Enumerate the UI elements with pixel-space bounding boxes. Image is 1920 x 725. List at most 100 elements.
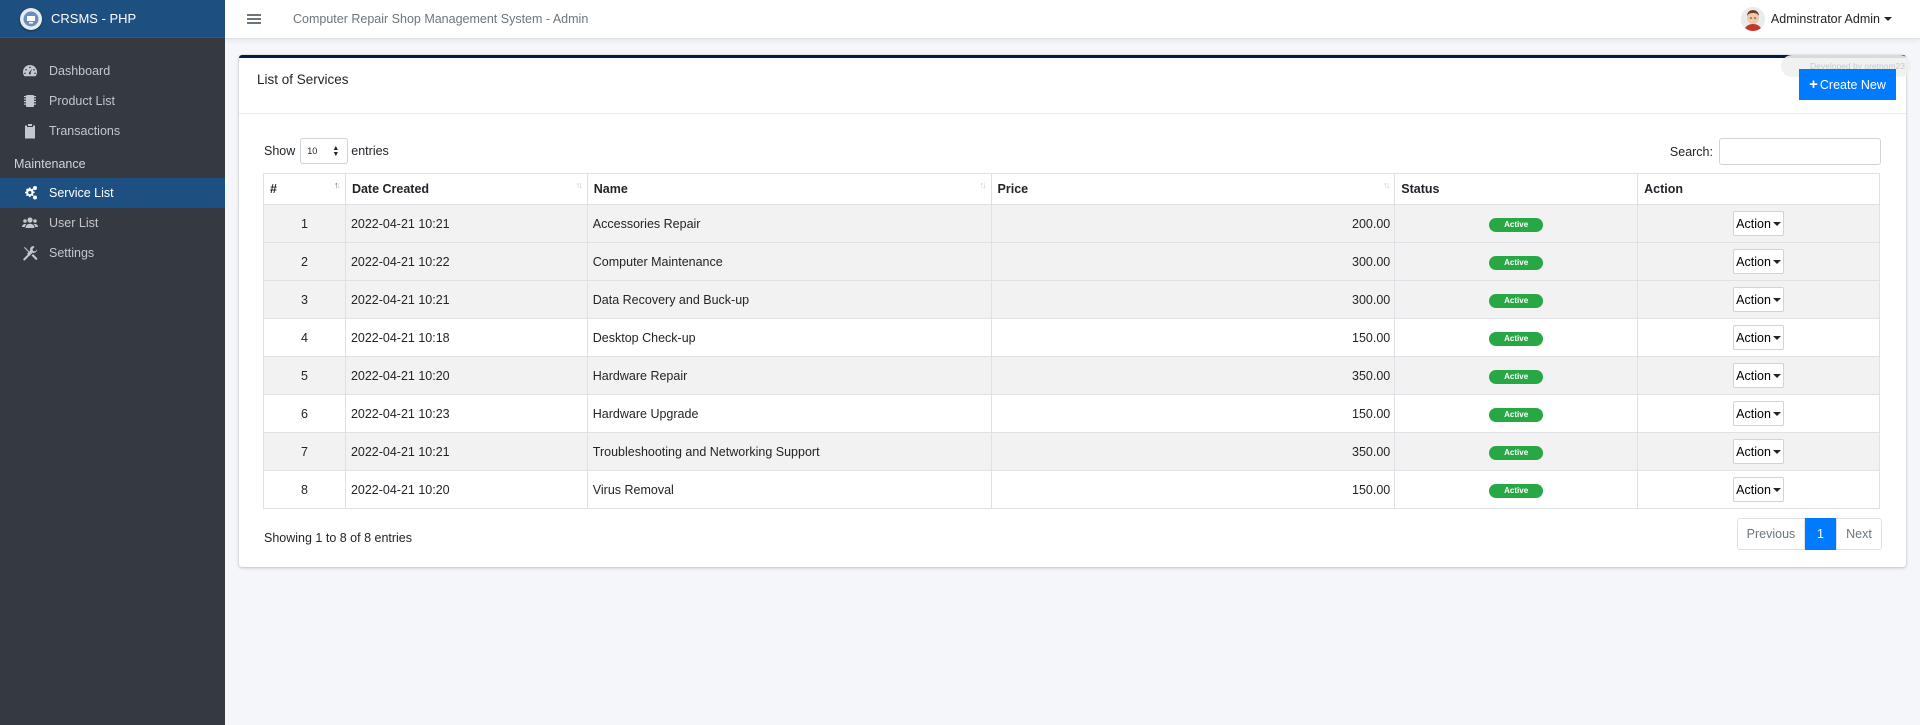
action-label: Action [1736, 292, 1771, 307]
next-page-button[interactable]: Next [1836, 518, 1882, 550]
row-index: 3 [263, 280, 346, 319]
chevron-down-icon [1772, 259, 1781, 264]
entries-length-control: Show 10 ▲ ▼ entries [264, 138, 389, 164]
action-label: Action [1736, 406, 1771, 421]
row-price: 350.00 [990, 356, 1396, 395]
top-navbar: Computer Repair Shop Management System -… [225, 0, 1920, 39]
card-header: List of Services Developed by oretnom23 … [239, 55, 1911, 114]
column-header-label: Status [1401, 182, 1440, 196]
row-index: 4 [263, 318, 346, 357]
action-dropdown-button[interactable]: Action [1733, 477, 1785, 502]
sidebar-item-label: Product List [49, 94, 116, 108]
create-new-button[interactable]: + Create New [1799, 69, 1896, 100]
table-row: 5 2022-04-21 10:20 Hardware Repair 350.0… [263, 356, 1880, 395]
row-price: 150.00 [990, 394, 1396, 433]
chevron-down-icon [1772, 221, 1781, 226]
row-date-created: 2022-04-21 10:20 [344, 470, 588, 509]
chevron-down-icon [1772, 373, 1781, 378]
row-date-created: 2022-04-21 10:22 [344, 242, 588, 281]
row-index: 8 [263, 470, 346, 509]
sidebar-item-label: Service List [49, 186, 114, 200]
chevron-down-icon [1772, 335, 1781, 340]
row-action: Action [1637, 356, 1880, 395]
sidebar: CRSMS - PHP Dashboard Product List Trans… [0, 0, 225, 725]
entries-label: entries [351, 144, 389, 158]
row-status: Active [1394, 470, 1639, 509]
menu-toggle-icon[interactable] [247, 12, 261, 26]
column-header-label: Date Created [351, 182, 430, 196]
search-input[interactable] [1719, 138, 1881, 165]
action-label: Action [1736, 368, 1771, 383]
row-name: Computer Maintenance [586, 242, 992, 281]
sidebar-item-product-list[interactable]: Product List [0, 86, 225, 116]
row-price: 150.00 [990, 470, 1396, 509]
user-name: Adminstrator Admin [1770, 12, 1880, 26]
sidebar-item-settings[interactable]: Settings [0, 238, 225, 268]
action-label: Action [1736, 482, 1771, 497]
status-badge: Active [1489, 369, 1544, 384]
sidebar-nav: Dashboard Product List Transactions Main… [0, 38, 225, 268]
brand-link[interactable]: CRSMS - PHP [0, 0, 225, 38]
plus-icon: + [1809, 76, 1818, 93]
chevron-down-icon [1772, 487, 1781, 492]
row-action: Action [1637, 280, 1880, 319]
chevron-down-icon [1772, 411, 1781, 416]
column-header-name[interactable]: Name ↑↓ [586, 173, 992, 205]
column-header-price[interactable]: Price ↑↓ [990, 173, 1396, 205]
action-label: Action [1736, 216, 1771, 231]
row-status: Active [1394, 356, 1639, 395]
table-row: 7 2022-04-21 10:21 Troubleshooting and N… [263, 432, 1880, 471]
sidebar-item-user-list[interactable]: User List [0, 208, 225, 238]
status-badge: Active [1489, 407, 1544, 422]
column-header-label: Action [1644, 182, 1683, 196]
brand-name: CRSMS - PHP [51, 11, 137, 26]
cogs-icon [21, 184, 39, 202]
row-index: 6 [263, 394, 346, 433]
row-action: Action [1637, 432, 1880, 471]
action-dropdown-button[interactable]: Action [1733, 249, 1785, 274]
status-badge: Active [1489, 293, 1544, 308]
sidebar-item-dashboard[interactable]: Dashboard [0, 56, 225, 86]
table-row: 8 2022-04-21 10:20 Virus Removal 150.00 … [263, 470, 1880, 509]
action-dropdown-button[interactable]: Action [1733, 363, 1785, 388]
row-date-created: 2022-04-21 10:21 [344, 432, 588, 471]
select-arrows-icon: ▲ ▼ [332, 145, 340, 158]
column-header-label: # [270, 182, 277, 196]
column-header-label: Name [593, 182, 628, 196]
chevron-down-icon [1884, 17, 1892, 21]
sidebar-item-transactions[interactable]: Transactions [0, 116, 225, 146]
previous-page-button[interactable]: Previous [1737, 518, 1805, 550]
sidebar-item-label: User List [49, 216, 99, 230]
row-date-created: 2022-04-21 10:20 [344, 356, 588, 395]
table-row: 3 2022-04-21 10:21 Data Recovery and Buc… [263, 280, 1880, 319]
sidebar-section-header: Maintenance [14, 157, 86, 171]
page-1-button[interactable]: 1 [1805, 518, 1836, 550]
column-header-date-created[interactable]: Date Created ↑↓ [344, 173, 588, 205]
sidebar-item-service-list[interactable]: Service List [0, 178, 225, 208]
user-menu-button[interactable]: Adminstrator Admin [1740, 7, 1892, 31]
status-badge: Active [1489, 483, 1544, 498]
action-dropdown-button[interactable]: Action [1733, 287, 1785, 312]
column-header-action: Action [1637, 173, 1880, 205]
action-dropdown-button[interactable]: Action [1733, 211, 1785, 236]
tools-icon [21, 244, 39, 262]
row-date-created: 2022-04-21 10:18 [344, 318, 588, 357]
entries-select[interactable]: 10 ▲ ▼ [300, 138, 349, 164]
sort-icon: ↑↓ [575, 180, 583, 190]
pagination: Previous 1 Next [1737, 518, 1882, 550]
row-action: Action [1637, 242, 1880, 281]
row-status: Active [1394, 432, 1639, 471]
action-dropdown-button[interactable]: Action [1733, 439, 1785, 464]
row-name: Data Recovery and Buck-up [586, 280, 992, 319]
column-header-index[interactable]: # ↑↓ [263, 173, 346, 205]
action-label: Action [1736, 330, 1771, 345]
action-dropdown-button[interactable]: Action [1733, 401, 1785, 426]
row-action: Action [1637, 204, 1880, 243]
table-search: Search: [1670, 138, 1881, 165]
action-dropdown-button[interactable]: Action [1733, 325, 1785, 350]
row-name: Desktop Check-up [586, 318, 992, 357]
services-table: # ↑↓ Date Created ↑↓ Name ↑↓ Price ↑↓ Status… [263, 173, 1880, 509]
table-controls: Show 10 ▲ ▼ entries Search: [264, 133, 1881, 165]
row-index: 1 [263, 204, 346, 243]
entries-select-value: 10 [307, 146, 318, 156]
